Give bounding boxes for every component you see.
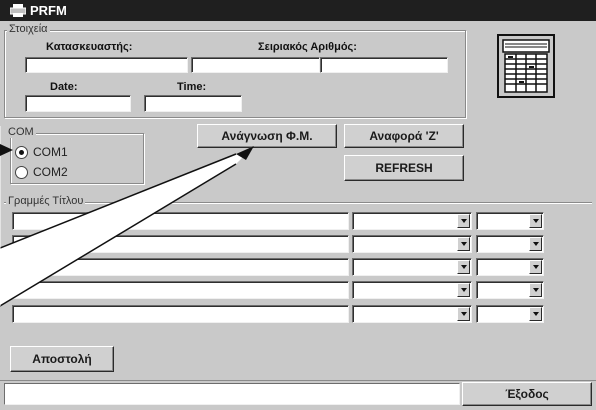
date-field[interactable] — [25, 95, 131, 112]
title-line-combo-1[interactable] — [352, 212, 472, 230]
chevron-down-icon[interactable] — [529, 260, 542, 274]
title-line-combo-2[interactable] — [476, 281, 544, 299]
title-line-combo-1[interactable] — [352, 281, 472, 299]
com1-label: COM1 — [33, 145, 68, 159]
window-title: PRFM — [30, 3, 67, 18]
chevron-down-icon[interactable] — [457, 237, 470, 251]
radio-button[interactable] — [15, 165, 28, 179]
title-line-combo-2[interactable] — [476, 212, 544, 230]
title-line-input[interactable] — [12, 305, 349, 323]
chevron-down-icon[interactable] — [529, 214, 542, 228]
chevron-down-icon[interactable] — [529, 307, 542, 321]
chevron-down-icon[interactable] — [529, 237, 542, 251]
com2-radio[interactable]: COM2 — [15, 165, 68, 179]
chevron-down-icon[interactable] — [457, 260, 470, 274]
cash-register-icon — [497, 34, 555, 98]
report-z-button[interactable]: Αναφορά 'Z' — [344, 124, 464, 148]
send-button[interactable]: Αποστολή — [10, 346, 114, 372]
date-label: Date: — [50, 81, 78, 93]
serial-number-field-2[interactable] — [320, 57, 448, 73]
radio-button-selected[interactable] — [15, 145, 28, 159]
title-line-input[interactable] — [12, 235, 349, 253]
title-line-input[interactable] — [12, 281, 349, 299]
title-line-combo-2[interactable] — [476, 258, 544, 276]
serial-label: Σειριακός Αριθμός: — [258, 41, 357, 53]
manufacturer-field[interactable] — [25, 57, 188, 73]
manufacturer-label: Κατασκευαστής: — [46, 41, 133, 53]
com2-label: COM2 — [33, 165, 68, 179]
com1-radio[interactable]: COM1 — [15, 145, 68, 159]
status-pane — [4, 383, 460, 405]
details-legend: Στοιχεία — [7, 23, 50, 35]
title-line-input[interactable] — [12, 212, 349, 230]
title-line-combo-1[interactable] — [352, 235, 472, 253]
title-line-combo-1[interactable] — [352, 305, 472, 323]
title-bar: PRFM — [0, 0, 596, 21]
printer-icon — [10, 4, 26, 17]
title-line-input[interactable] — [12, 258, 349, 276]
com-legend: COM — [6, 126, 36, 138]
main-window: PRFM Στοιχεία Κατασκευαστής: Σειριακός Α… — [0, 0, 596, 410]
title-lines-legend: Γραμμές Τίτλου — [6, 195, 86, 207]
refresh-button[interactable]: REFRESH — [344, 155, 464, 181]
chevron-down-icon[interactable] — [457, 214, 470, 228]
title-line-combo-2[interactable] — [476, 305, 544, 323]
chevron-down-icon[interactable] — [457, 283, 470, 297]
chevron-down-icon[interactable] — [529, 283, 542, 297]
title-line-combo-2[interactable] — [476, 235, 544, 253]
time-label: Time: — [177, 81, 207, 93]
time-field[interactable] — [144, 95, 242, 112]
chevron-down-icon[interactable] — [457, 307, 470, 321]
title-lines-divider — [4, 202, 592, 204]
title-line-combo-1[interactable] — [352, 258, 472, 276]
exit-button[interactable]: Έξοδος — [462, 382, 592, 406]
read-fiscal-memory-button[interactable]: Ανάγνωση Φ.Μ. — [197, 124, 337, 148]
serial-number-field-1[interactable] — [191, 57, 320, 73]
